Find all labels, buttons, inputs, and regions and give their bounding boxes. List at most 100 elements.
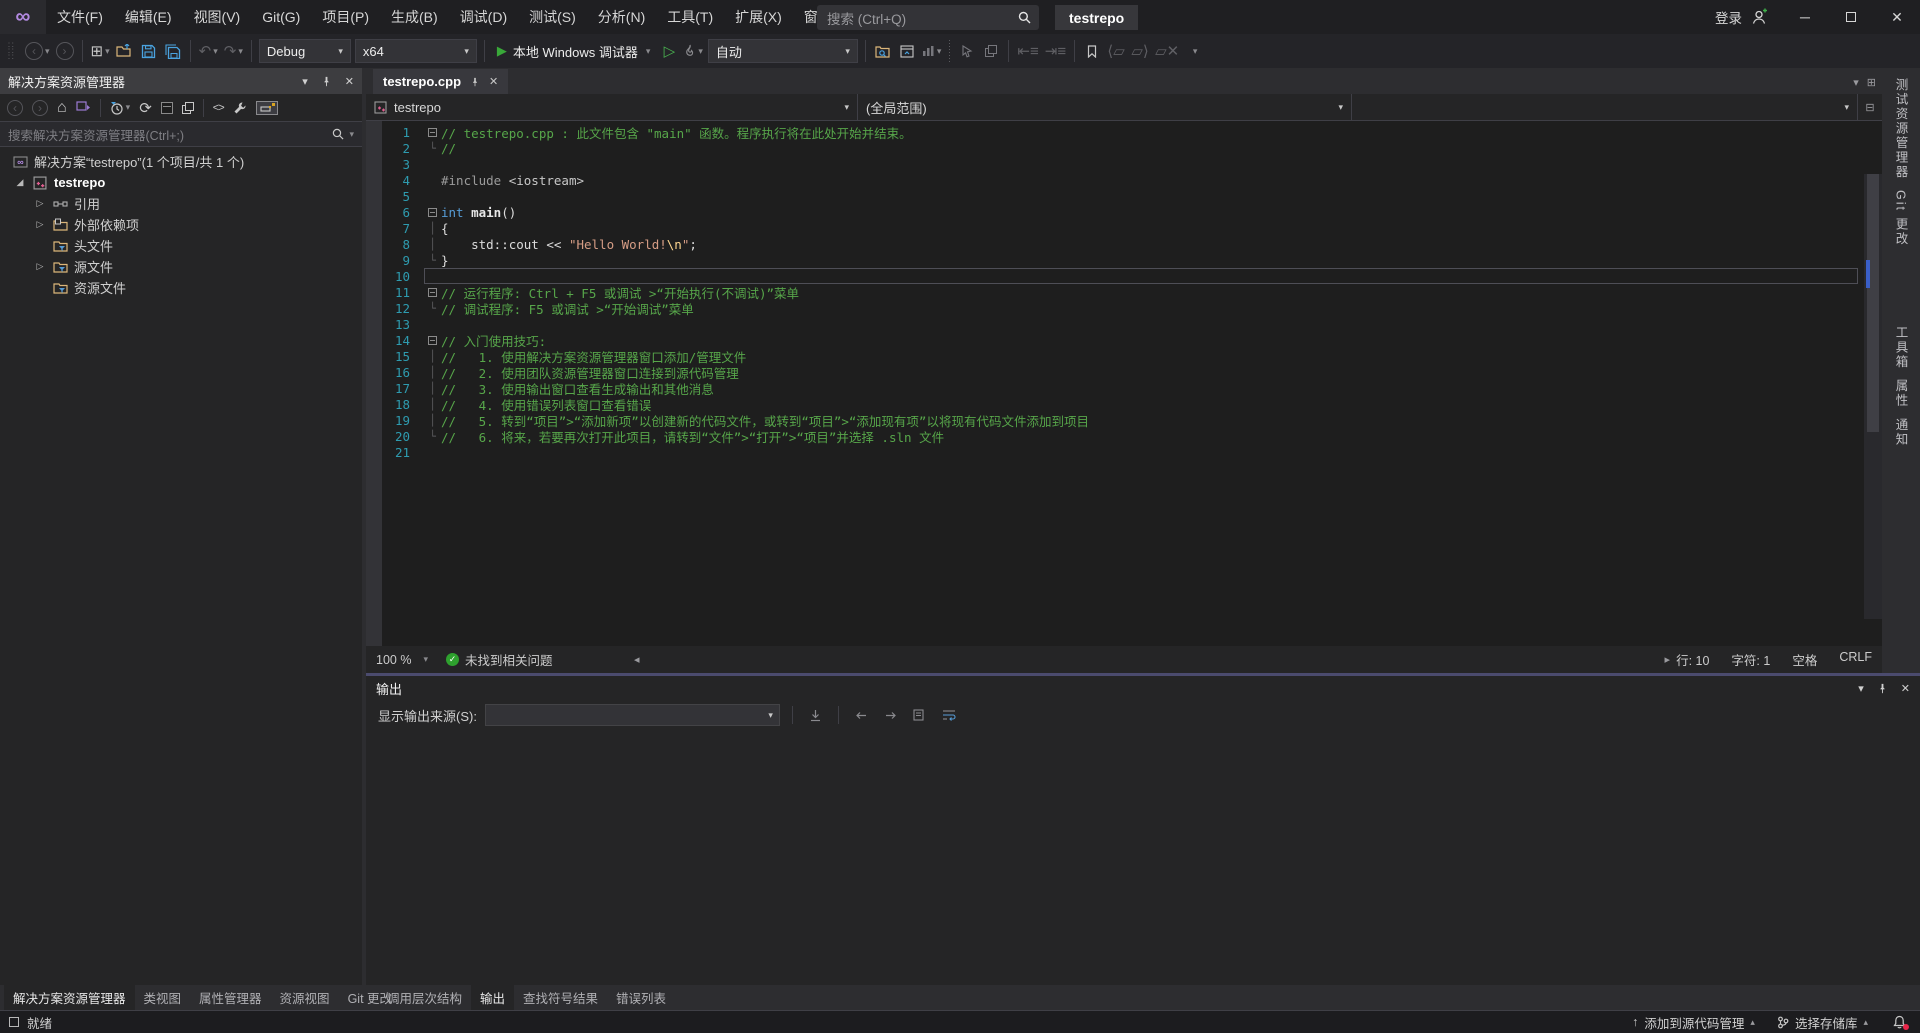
- scrollbar-thumb[interactable]: [1867, 174, 1879, 432]
- code-editor[interactable]: 1// testrepo.cpp : 此文件包含 "main" 函数。程序执行将…: [366, 121, 1882, 646]
- show-all-files-icon[interactable]: [256, 101, 278, 115]
- code-health-indicator[interactable]: ✓ 未找到相关问题: [436, 650, 563, 669]
- hscroll-right-arrow[interactable]: ▸: [1664, 653, 1670, 666]
- quick-search-box[interactable]: 搜索 (Ctrl+Q): [817, 5, 1039, 30]
- output-content[interactable]: [366, 730, 1920, 985]
- fold-margin[interactable]: │: [424, 238, 441, 251]
- fold-margin[interactable]: │: [424, 382, 441, 395]
- performance-profiler-button[interactable]: ▾: [919, 38, 945, 64]
- start-without-debugging-button[interactable]: ▷: [657, 38, 681, 64]
- fold-margin[interactable]: │: [424, 366, 441, 379]
- window-position-icon[interactable]: ▾: [1858, 682, 1864, 695]
- tree-item--[interactable]: ▷源文件: [0, 256, 362, 277]
- output-source-combo[interactable]: ▾: [485, 704, 780, 726]
- decrease-indent-button[interactable]: ⇤≡: [1014, 38, 1041, 64]
- document-list-icon[interactable]: ▾: [1853, 76, 1859, 89]
- fold-margin[interactable]: [424, 336, 441, 345]
- solution-name-badge[interactable]: testrepo: [1055, 5, 1138, 30]
- autohide-tab[interactable]: 属性: [1892, 379, 1911, 408]
- menu-item[interactable]: 视图(V): [183, 0, 252, 34]
- toolbar-grip[interactable]: ∷∷∷: [8, 42, 16, 60]
- autohide-tab[interactable]: 通知: [1892, 418, 1911, 447]
- fold-margin[interactable]: └: [424, 430, 441, 443]
- tree-expander-icon[interactable]: ▷: [34, 219, 46, 230]
- code-line[interactable]: 4#include <iostream>: [366, 172, 1864, 188]
- next-bookmark-button[interactable]: ▱⟩: [1128, 38, 1152, 64]
- hot-reload-mode-combo[interactable]: 自动▾: [708, 39, 858, 63]
- bottom-panel-tab[interactable]: 调用层次结构: [378, 985, 471, 1010]
- tree-expander-icon[interactable]: ▷: [34, 261, 46, 272]
- float-window-icon[interactable]: ⊞: [1867, 76, 1876, 89]
- tree-item--[interactable]: 头文件: [0, 235, 362, 256]
- notifications-bell-button[interactable]: [1879, 1011, 1920, 1033]
- project-dropdown[interactable]: testrepo ▾: [366, 94, 858, 120]
- hscroll-left-arrow[interactable]: ◂: [634, 653, 640, 666]
- code-line[interactable]: 20└// 6. 将来，若要再次打开此项目，请转到“文件”>“打开”>“项目”并…: [366, 428, 1864, 444]
- fold-margin[interactable]: └: [424, 142, 441, 155]
- code-line[interactable]: 3: [366, 156, 1864, 172]
- line-ending-indicator[interactable]: CRLF: [1839, 650, 1872, 669]
- home-icon[interactable]: ⌂: [57, 99, 67, 117]
- code-line[interactable]: 6int main(): [366, 204, 1864, 220]
- tree-item-testrepo[interactable]: ◢testrepo: [0, 172, 362, 193]
- autohide-tab[interactable]: 工具箱: [1892, 326, 1911, 370]
- fold-margin[interactable]: [424, 208, 441, 217]
- left-panel-tab[interactable]: 解决方案资源管理器: [4, 985, 135, 1010]
- left-panel-tab[interactable]: 属性管理器: [190, 985, 271, 1010]
- code-line[interactable]: 1// testrepo.cpp : 此文件包含 "main" 函数。程序执行将…: [366, 124, 1864, 140]
- editor-vertical-scrollbar[interactable]: [1864, 174, 1882, 619]
- fold-margin[interactable]: │: [424, 350, 441, 363]
- redo-button[interactable]: ↷▾: [221, 38, 246, 64]
- tree-item--[interactable]: 资源文件: [0, 277, 362, 298]
- menu-item[interactable]: 扩展(X): [724, 0, 793, 34]
- fold-margin[interactable]: └: [424, 254, 441, 267]
- open-file-button[interactable]: [113, 38, 137, 64]
- fold-margin[interactable]: │: [424, 222, 441, 235]
- close-button[interactable]: ✕: [1874, 0, 1920, 34]
- code-line[interactable]: 5: [366, 188, 1864, 204]
- hot-reload-button[interactable]: ▾: [681, 38, 706, 64]
- switch-views-icon[interactable]: [76, 101, 91, 114]
- close-icon[interactable]: ✕: [489, 75, 498, 88]
- configuration-combo[interactable]: Debug▾: [259, 39, 351, 63]
- tree-item--testrepo-1-1-[interactable]: ∞解决方案“testrepo”(1 个项目/共 1 个): [0, 151, 362, 172]
- save-all-button[interactable]: [161, 38, 185, 64]
- bottom-panel-tab[interactable]: 查找符号结果: [514, 985, 607, 1010]
- fold-margin[interactable]: │: [424, 398, 441, 411]
- fold-margin[interactable]: [424, 288, 441, 297]
- menu-item[interactable]: 测试(S): [518, 0, 587, 34]
- tree-item--[interactable]: ▷引用: [0, 193, 362, 214]
- word-wrap-icon[interactable]: [938, 709, 960, 721]
- close-icon[interactable]: ✕: [345, 75, 354, 88]
- new-project-button[interactable]: ⊞▾: [88, 38, 113, 64]
- solution-explorer-header[interactable]: 解决方案资源管理器 ▾ ✕: [0, 68, 362, 94]
- code-line[interactable]: 2└//: [366, 140, 1864, 156]
- sign-in-button[interactable]: 登录: [1707, 7, 1750, 27]
- menu-item[interactable]: 编辑(E): [114, 0, 183, 34]
- maximize-button[interactable]: [1828, 0, 1874, 34]
- increase-indent-button[interactable]: ⇥≡: [1042, 38, 1069, 64]
- se-forward-icon[interactable]: ›: [32, 100, 48, 116]
- preview-selected-icon[interactable]: [182, 102, 194, 114]
- fold-margin[interactable]: │: [424, 414, 441, 427]
- autohide-tab[interactable]: 测试资源管理器: [1892, 78, 1911, 180]
- spaces-indicator[interactable]: 空格: [1792, 650, 1817, 669]
- find-in-files-button[interactable]: [871, 38, 895, 64]
- member-dropdown[interactable]: ▾: [1352, 94, 1858, 120]
- pending-changes-filter-icon[interactable]: ▾: [110, 101, 131, 115]
- select-element-button[interactable]: [955, 38, 979, 64]
- next-message-icon[interactable]: [880, 710, 901, 721]
- tree-expander-icon[interactable]: ▷: [34, 198, 46, 209]
- code-line[interactable]: 9└}: [366, 252, 1864, 268]
- code-line[interactable]: 21: [366, 444, 1864, 460]
- autohide-tab[interactable]: Git 更改: [1892, 190, 1911, 246]
- paste-button[interactable]: [979, 38, 1003, 64]
- pin-icon[interactable]: [470, 77, 480, 87]
- fold-margin[interactable]: └: [424, 302, 441, 315]
- add-to-source-control-button[interactable]: ↑ 添加到源代码管理 ▴: [1621, 1011, 1766, 1033]
- goto-message-icon[interactable]: [805, 709, 826, 722]
- menu-item[interactable]: Git(G): [251, 0, 311, 34]
- window-position-icon[interactable]: ▾: [302, 75, 308, 88]
- code-line[interactable]: 8│ std::cout << "Hello World!\n";: [366, 236, 1864, 252]
- bottom-panel-tab[interactable]: 错误列表: [607, 985, 675, 1010]
